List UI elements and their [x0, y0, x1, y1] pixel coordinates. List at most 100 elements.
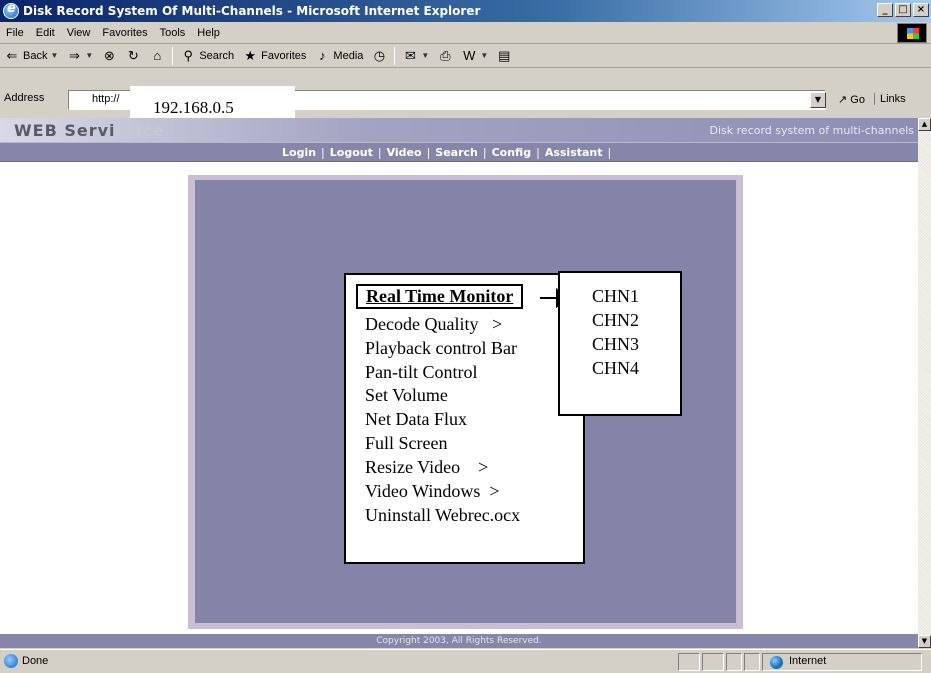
- home-icon: ⌂: [153, 47, 162, 63]
- menu-item-full-screen[interactable]: Full Screen: [365, 433, 448, 454]
- chevron-down-icon[interactable]: ▼: [421, 51, 429, 60]
- refresh-button[interactable]: ↻: [121, 48, 145, 64]
- mail-button[interactable]: ✉ ▼: [398, 48, 433, 64]
- nav-divider: |: [536, 146, 540, 159]
- nav-divider: |: [321, 146, 325, 159]
- search-label: Search: [199, 49, 235, 62]
- chevron-down-icon[interactable]: ▼: [85, 51, 93, 60]
- nav-divider: |: [482, 146, 487, 159]
- favorites-button[interactable]: ★ Favorites: [238, 48, 310, 64]
- nav-bar: Login | Logout | Video | Search | Config | As…: [0, 142, 918, 162]
- menu-item-video-windows[interactable]: Video Windows >: [365, 481, 500, 502]
- search-button[interactable]: ⚲ Search: [176, 48, 238, 64]
- submenu-item-chn2[interactable]: CHN2: [592, 310, 639, 331]
- links-button[interactable]: Links: [874, 93, 906, 105]
- site-tagline: Disk record system of multi-channels: [709, 124, 914, 137]
- menu-item-decode-quality[interactable]: Decode Quality >: [365, 314, 502, 335]
- address-protocol[interactable]: http://: [92, 93, 120, 105]
- maximize-button[interactable]: □: [895, 3, 911, 17]
- page-header: WEB Servi ice Disk record system of mult…: [0, 118, 918, 142]
- window-title: Disk Record System Of Multi-Channels - M…: [23, 4, 481, 18]
- home-button[interactable]: ⌂: [145, 48, 169, 64]
- menu-help[interactable]: Help: [191, 27, 226, 39]
- zone-cell: [762, 653, 922, 671]
- favorites-icon: ★: [244, 47, 256, 63]
- word-icon: W: [463, 47, 476, 63]
- nav-search[interactable]: Search: [435, 146, 478, 159]
- media-label: Media: [333, 49, 364, 62]
- status-cell: [702, 653, 724, 671]
- nav-video[interactable]: Video: [387, 146, 422, 159]
- menu-tools[interactable]: Tools: [154, 27, 192, 39]
- stop-button[interactable]: ⊗: [97, 48, 121, 64]
- back-label: Back: [23, 49, 48, 62]
- nav-login[interactable]: Login: [282, 146, 316, 159]
- page-done-icon: [4, 654, 18, 668]
- go-button[interactable]: ↗ Go: [838, 93, 865, 106]
- status-cell: [678, 653, 700, 671]
- address-label: Address: [4, 92, 45, 104]
- history-button[interactable]: ◷: [367, 48, 391, 64]
- go-label: Go: [850, 94, 865, 106]
- toolbar-gap: [0, 68, 931, 86]
- stop-icon: ⊗: [103, 47, 115, 63]
- window-controls: _ □ ×: [877, 3, 929, 17]
- status-bar: Done Internet: [0, 649, 931, 673]
- submenu-item-chn1[interactable]: CHN1: [592, 286, 639, 307]
- chevron-down-icon[interactable]: ▼: [810, 92, 826, 108]
- nav-links: Login | Logout | Video | Search | Config | As…: [282, 146, 616, 159]
- menu-bar: File Edit View Favorites Tools Help: [0, 22, 931, 44]
- submenu-item-chn4[interactable]: CHN4: [592, 358, 639, 379]
- ie-icon: [3, 1, 19, 19]
- favorites-label: Favorites: [261, 49, 307, 62]
- scroll-down-icon[interactable]: ▼: [918, 635, 931, 648]
- windows-logo-icon: [897, 23, 927, 43]
- discuss-button[interactable]: ▤: [492, 48, 516, 64]
- nav-assistant[interactable]: Assistant: [545, 146, 603, 159]
- menu-file[interactable]: File: [0, 27, 30, 39]
- menu-view[interactable]: View: [61, 27, 97, 39]
- edit-button[interactable]: W ▼: [457, 48, 492, 64]
- menu-item-resize-video[interactable]: Resize Video >: [365, 457, 488, 478]
- close-button[interactable]: ×: [913, 3, 929, 17]
- page-footer: Copyright 2003, All Rights Reserved.: [0, 634, 918, 648]
- scroll-up-icon[interactable]: ▲: [918, 118, 931, 131]
- toolbar-separator: [172, 46, 174, 65]
- submenu-item-chn3[interactable]: CHN3: [592, 334, 639, 355]
- menu-item-uninstall-webrec[interactable]: Uninstall Webrec.ocx: [365, 505, 520, 526]
- media-button[interactable]: ♪ Media: [310, 48, 367, 64]
- menu-edit[interactable]: Edit: [30, 27, 61, 39]
- nav-divider: |: [607, 146, 612, 159]
- menu-item-playback-control-bar[interactable]: Playback control Bar: [365, 338, 517, 359]
- status-cell: [744, 653, 760, 671]
- nav-logout[interactable]: Logout: [330, 146, 373, 159]
- pointer-arrow-line: [540, 297, 556, 299]
- nav-divider: |: [377, 146, 382, 159]
- menu-item-net-data-flux[interactable]: Net Data Flux: [365, 409, 467, 430]
- title-bar: Disk Record System Of Multi-Channels - M…: [0, 0, 931, 22]
- back-arrow-icon: ⇐: [6, 47, 18, 63]
- chevron-down-icon[interactable]: ▼: [50, 51, 58, 60]
- channel-submenu: CHN1 CHN2 CHN3 CHN4: [558, 271, 682, 416]
- security-zone: Internet: [789, 655, 827, 667]
- chevron-down-icon[interactable]: ▼: [480, 51, 488, 60]
- site-logo-faded: ice: [136, 121, 165, 140]
- menu-favorites[interactable]: Favorites: [96, 27, 153, 39]
- status-cell: [726, 653, 742, 671]
- menu-item-real-time-monitor[interactable]: Real Time Monitor: [356, 284, 524, 309]
- minimize-button[interactable]: _: [877, 3, 893, 17]
- discuss-icon: ▤: [498, 47, 511, 63]
- forward-button[interactable]: ⇒ ▼: [62, 48, 97, 64]
- toolbar: ⇐ Back ▼ ⇒ ▼ ⊗ ↻ ⌂ ⚲ Search ★ Favorites …: [0, 44, 931, 68]
- media-icon: ♪: [319, 47, 326, 63]
- nav-config[interactable]: Config: [492, 146, 532, 159]
- menu-item-pan-tilt-control[interactable]: Pan-tilt Control: [365, 362, 478, 383]
- go-arrow-icon: ↗: [838, 94, 848, 106]
- vertical-scrollbar[interactable]: ▲ ▼: [918, 118, 931, 648]
- video-context-menu: Real Time Monitor Decode Quality > Playb…: [344, 273, 585, 564]
- internet-globe-icon: [770, 656, 783, 669]
- nav-divider: |: [426, 146, 431, 159]
- print-button[interactable]: ⎙: [433, 48, 457, 64]
- back-button[interactable]: ⇐ Back ▼: [0, 48, 62, 64]
- menu-item-set-volume[interactable]: Set Volume: [365, 385, 448, 406]
